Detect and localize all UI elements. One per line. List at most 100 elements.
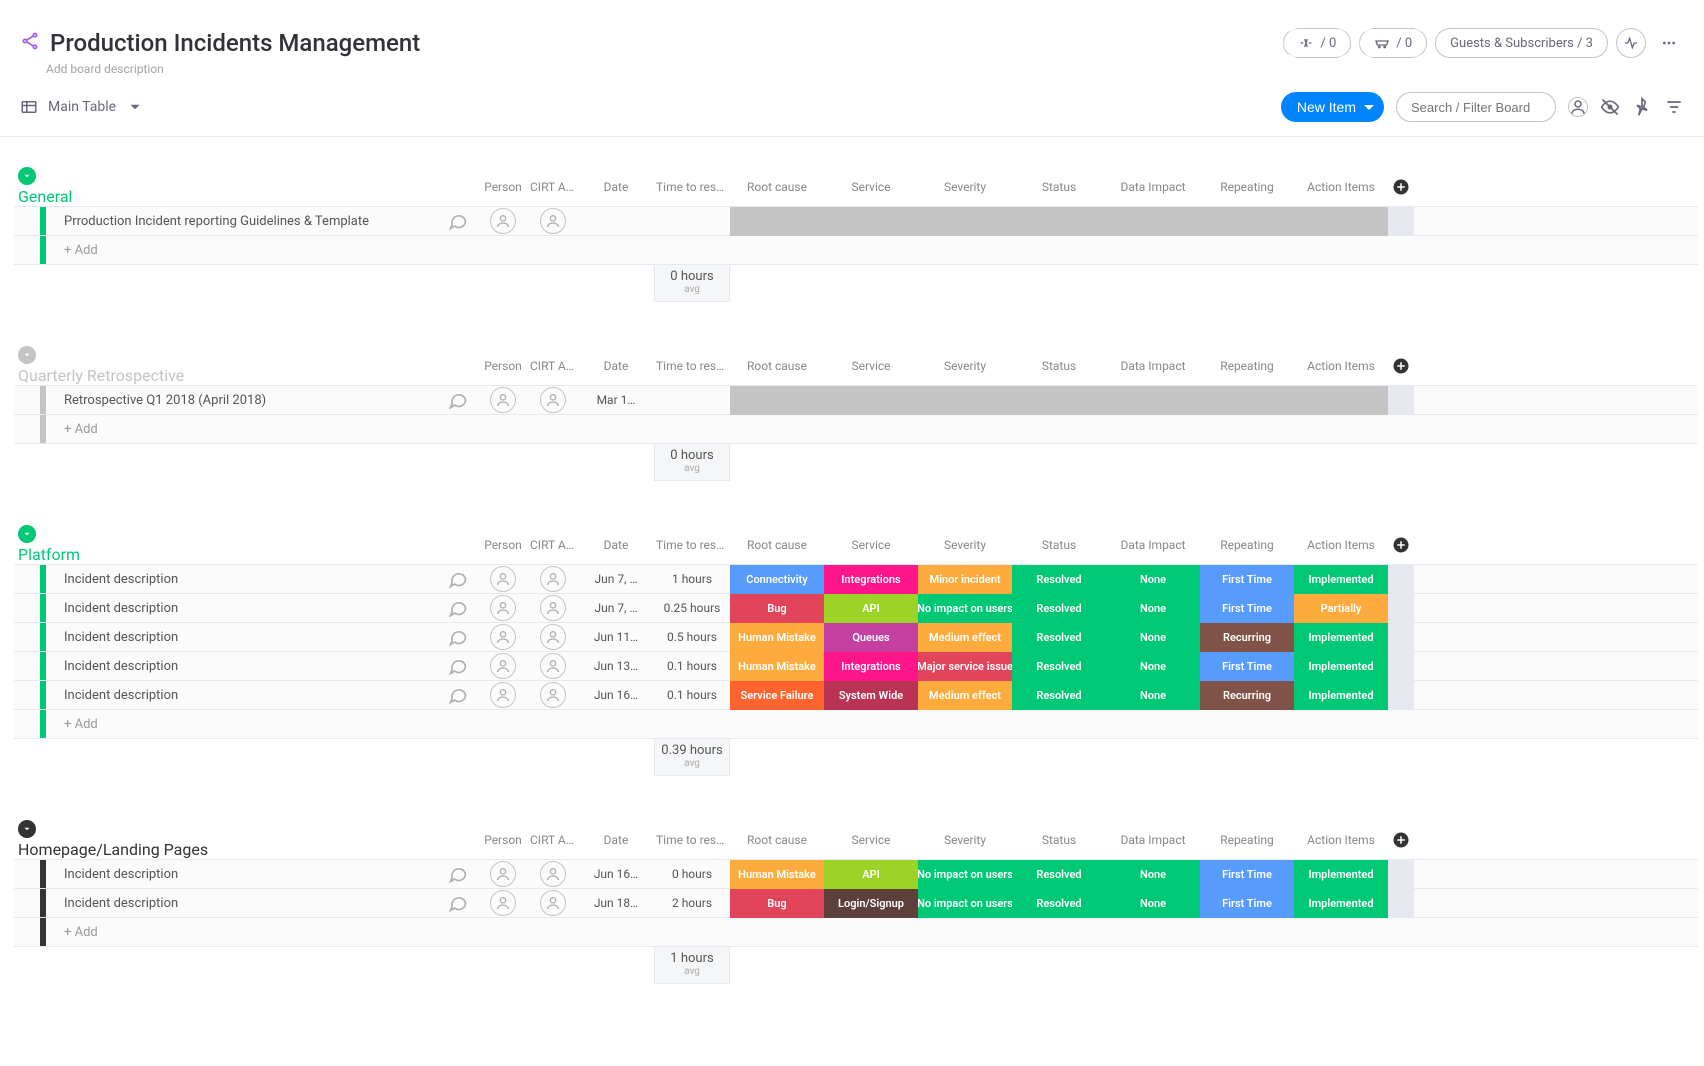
col-severity[interactable]: Severity <box>918 538 1012 552</box>
table-row[interactable]: Incident description Jun 11… 0.5 hours H… <box>14 623 1698 652</box>
search-input[interactable] <box>1396 92 1556 122</box>
person-avatar[interactable] <box>490 566 516 592</box>
status-cell[interactable]: Resolved <box>1012 889 1106 918</box>
col-date[interactable]: Date <box>578 538 654 552</box>
collapse-group-button[interactable] <box>18 820 36 838</box>
col-root[interactable]: Root cause <box>730 180 824 194</box>
status-cell[interactable]: First Time <box>1200 565 1294 594</box>
status-cell[interactable]: Resolved <box>1012 860 1106 889</box>
col-time[interactable]: Time to reso… <box>654 359 730 373</box>
col-person[interactable]: Person <box>478 833 528 847</box>
status-cell[interactable]: Recurring <box>1200 681 1294 710</box>
more-menu-button[interactable] <box>1654 28 1684 58</box>
status-cell[interactable]: None <box>1106 889 1200 918</box>
add-row[interactable]: + Add <box>14 918 1698 947</box>
cirt-avatar[interactable] <box>540 387 566 413</box>
col-service[interactable]: Service <box>824 359 918 373</box>
conversation-icon[interactable] <box>438 569 478 589</box>
col-root[interactable]: Root cause <box>730 833 824 847</box>
status-cell[interactable]: Partially <box>1294 594 1388 623</box>
status-cell[interactable]: Human Mistake <box>730 652 824 681</box>
status-cell[interactable]: Login/Signup <box>824 889 918 918</box>
integration-count-pill[interactable]: / 0 <box>1283 28 1351 58</box>
status-cell[interactable] <box>1012 386 1106 415</box>
status-cell[interactable]: Resolved <box>1012 594 1106 623</box>
col-date[interactable]: Date <box>578 359 654 373</box>
col-cirt[interactable]: CIRT As… <box>528 180 578 194</box>
row-name[interactable]: Incident description <box>14 896 438 911</box>
status-cell[interactable]: None <box>1106 565 1200 594</box>
person-avatar[interactable] <box>490 682 516 708</box>
col-date[interactable]: Date <box>578 180 654 194</box>
col-action[interactable]: Action Items <box>1294 180 1388 194</box>
col-person[interactable]: Person <box>478 180 528 194</box>
status-cell[interactable]: Bug <box>730 594 824 623</box>
status-cell[interactable]: Major service issue <box>918 652 1012 681</box>
row-name[interactable]: Prroduction Incident reporting Guideline… <box>14 214 438 229</box>
conversation-icon[interactable] <box>438 211 478 231</box>
status-cell[interactable]: No impact on users <box>918 594 1012 623</box>
add-row[interactable]: + Add <box>14 415 1698 444</box>
status-cell[interactable]: Human Mistake <box>730 623 824 652</box>
col-impact[interactable]: Data Impact <box>1106 359 1200 373</box>
status-cell[interactable] <box>918 207 1012 236</box>
status-cell[interactable] <box>1294 386 1388 415</box>
cirt-avatar[interactable] <box>540 624 566 650</box>
person-avatar[interactable] <box>490 624 516 650</box>
group-title[interactable]: Homepage/Landing Pages <box>18 840 438 859</box>
status-cell[interactable]: Resolved <box>1012 623 1106 652</box>
col-time[interactable]: Time to reso… <box>654 180 730 194</box>
automation-count-pill[interactable]: / 0 <box>1359 28 1427 58</box>
status-cell[interactable]: Human Mistake <box>730 860 824 889</box>
add-row[interactable]: + Add <box>14 710 1698 739</box>
status-cell[interactable] <box>1200 386 1294 415</box>
status-cell[interactable]: None <box>1106 860 1200 889</box>
status-cell[interactable] <box>1106 207 1200 236</box>
col-service[interactable]: Service <box>824 180 918 194</box>
col-root[interactable]: Root cause <box>730 359 824 373</box>
cirt-avatar[interactable] <box>540 566 566 592</box>
col-impact[interactable]: Data Impact <box>1106 833 1200 847</box>
row-name[interactable]: Incident description <box>14 867 438 882</box>
time-cell[interactable]: 0.1 hours <box>654 659 730 674</box>
status-cell[interactable]: Implemented <box>1294 565 1388 594</box>
person-avatar[interactable] <box>490 208 516 234</box>
status-cell[interactable] <box>730 386 824 415</box>
person-avatar[interactable] <box>490 595 516 621</box>
status-cell[interactable]: API <box>824 594 918 623</box>
person-avatar[interactable] <box>490 653 516 679</box>
date-cell[interactable]: Jun 7, … <box>578 601 654 616</box>
status-cell[interactable]: None <box>1106 623 1200 652</box>
table-row[interactable]: Retrospective Q1 2018 (April 2018) Mar 1… <box>14 386 1698 415</box>
status-cell[interactable]: First Time <box>1200 889 1294 918</box>
row-name[interactable]: Incident description <box>14 630 438 645</box>
status-cell[interactable]: Resolved <box>1012 652 1106 681</box>
activity-log-button[interactable] <box>1616 28 1646 58</box>
col-severity[interactable]: Severity <box>918 180 1012 194</box>
status-cell[interactable]: Service Failure <box>730 681 824 710</box>
col-repeat[interactable]: Repeating <box>1200 538 1294 552</box>
row-name[interactable]: Incident description <box>14 601 438 616</box>
status-cell[interactable]: Medium effect <box>918 623 1012 652</box>
status-cell[interactable]: None <box>1106 652 1200 681</box>
status-cell[interactable]: Implemented <box>1294 652 1388 681</box>
col-repeat[interactable]: Repeating <box>1200 180 1294 194</box>
status-cell[interactable]: None <box>1106 681 1200 710</box>
add-column-button[interactable] <box>1388 355 1414 377</box>
col-service[interactable]: Service <box>824 833 918 847</box>
cirt-avatar[interactable] <box>540 861 566 887</box>
status-cell[interactable]: Resolved <box>1012 565 1106 594</box>
status-cell[interactable] <box>824 207 918 236</box>
cirt-avatar[interactable] <box>540 682 566 708</box>
table-row[interactable]: Incident description Jun 7, … 1 hours Co… <box>14 565 1698 594</box>
col-cirt[interactable]: CIRT As… <box>528 538 578 552</box>
conversation-icon[interactable] <box>438 864 478 884</box>
conversation-icon[interactable] <box>438 390 478 410</box>
table-row[interactable]: Prroduction Incident reporting Guideline… <box>14 207 1698 236</box>
status-cell[interactable] <box>918 386 1012 415</box>
status-cell[interactable] <box>1200 207 1294 236</box>
time-cell[interactable]: 0 hours <box>654 867 730 882</box>
status-cell[interactable]: Implemented <box>1294 623 1388 652</box>
date-cell[interactable]: Mar 1… <box>578 393 654 408</box>
status-cell[interactable]: Integrations <box>824 652 918 681</box>
